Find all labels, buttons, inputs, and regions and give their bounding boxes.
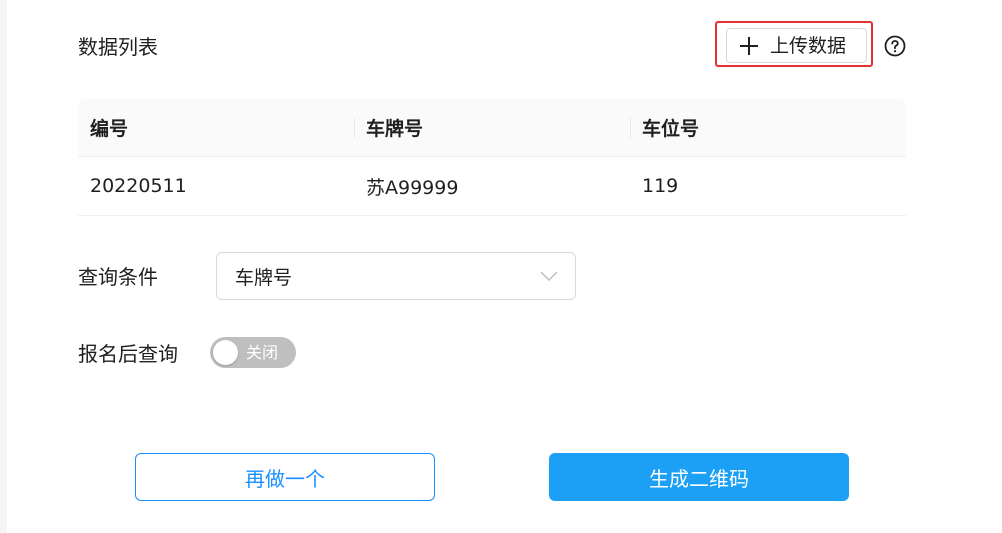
column-header-id: 编号 <box>90 118 129 140</box>
cell-plate: 苏A99999 <box>366 176 459 199</box>
table-header: 编号 车牌号 车位号 <box>78 99 906 157</box>
chevron-down-icon <box>540 271 558 281</box>
question-circle-icon[interactable] <box>884 35 906 57</box>
column-header-space: 车位号 <box>630 99 906 156</box>
query-condition-select[interactable]: 车牌号 <box>216 252 576 300</box>
cell-space: 119 <box>642 175 679 197</box>
upload-data-label: 上传数据 <box>770 34 847 57</box>
query-condition-value: 车牌号 <box>235 266 293 289</box>
plus-icon <box>740 36 758 55</box>
cell-id: 20220511 <box>90 175 187 197</box>
table-row: 20220511 苏A99999 119 <box>78 157 906 216</box>
query-condition-label: 查询条件 <box>78 265 158 289</box>
redo-button[interactable]: 再做一个 <box>135 453 435 501</box>
query-after-signup-toggle[interactable]: 关闭 <box>210 337 296 368</box>
toggle-state-text: 关闭 <box>246 343 279 362</box>
data-table: 编号 车牌号 车位号 20220511 苏A99999 119 <box>78 99 906 216</box>
upload-data-button[interactable]: 上传数据 <box>726 28 867 63</box>
query-after-signup-label: 报名后查询 <box>78 342 178 366</box>
toggle-knob <box>213 340 238 365</box>
page: 数据列表 上传数据 编号 车牌号 车位号 20220511 苏A99999 11… <box>0 0 1002 533</box>
section-title: 数据列表 <box>78 35 158 59</box>
left-rail <box>0 0 7 533</box>
column-header-plate: 车牌号 <box>354 99 630 156</box>
generate-qrcode-button[interactable]: 生成二维码 <box>549 453 849 501</box>
